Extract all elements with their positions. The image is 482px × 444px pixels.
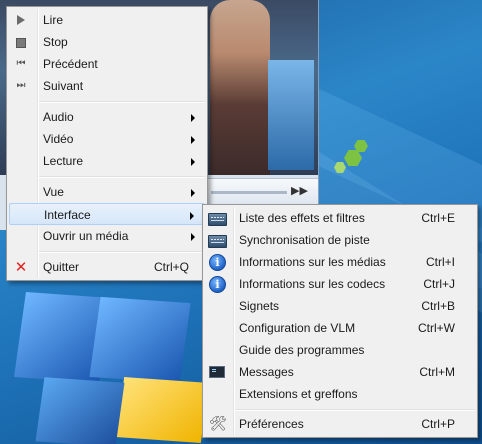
submenu-item-messages[interactable]: Messages Ctrl+M xyxy=(205,361,475,383)
menu-item-stop[interactable]: Stop xyxy=(9,31,205,53)
menu-item-label: Guide des programmes xyxy=(239,343,365,357)
sync-icon xyxy=(208,235,227,248)
menu-item-label: Interface xyxy=(44,208,91,222)
menu-item-label: Préférences xyxy=(239,417,304,431)
windows-logo-pane xyxy=(35,377,125,444)
previous-icon: ⏮ xyxy=(16,58,26,69)
menu-separator xyxy=(235,409,475,411)
windows-logo-pane xyxy=(115,377,210,443)
submenu-item-extensions[interactable]: Extensions et greffons xyxy=(205,383,475,405)
menu-item-label: Configuration de VLM xyxy=(239,321,356,335)
menu-item-label: Quitter xyxy=(43,260,80,274)
menu-item-label: Messages xyxy=(239,365,294,379)
video-person xyxy=(210,0,270,175)
menu-item-label: Vue xyxy=(43,185,64,199)
menu-item-view[interactable]: Vue xyxy=(9,181,205,203)
menu-item-video[interactable]: Vidéo xyxy=(9,128,205,150)
menu-item-label: Liste des effets et filtres xyxy=(239,211,365,225)
menu-item-shortcut: Ctrl+J xyxy=(423,277,455,291)
menu-item-open-media[interactable]: Ouvrir un média xyxy=(9,225,205,247)
menu-item-label: Lecture xyxy=(43,154,84,168)
menu-item-label: Vidéo xyxy=(43,132,74,146)
submenu-item-codec-info[interactable]: i Informations sur les codecs Ctrl+J xyxy=(205,273,475,295)
submenu-item-sync[interactable]: Synchronisation de piste xyxy=(205,229,475,251)
menu-separator xyxy=(39,101,205,103)
menu-item-play[interactable]: Lire xyxy=(9,9,205,31)
submenu-arrow-icon xyxy=(191,233,195,241)
stop-icon xyxy=(16,38,26,48)
menu-item-label: Synchronisation de piste xyxy=(239,233,370,247)
menu-item-quit[interactable]: ✕ Quitter Ctrl+Q xyxy=(9,256,205,278)
menu-item-label: Extensions et greffons xyxy=(239,387,358,401)
effects-icon xyxy=(208,213,227,226)
menu-separator xyxy=(39,176,205,178)
menu-item-audio[interactable]: Audio xyxy=(9,106,205,128)
submenu-arrow-icon xyxy=(190,212,194,220)
fast-forward-icon[interactable]: ▶▶ xyxy=(291,184,308,197)
menu-item-label: Audio xyxy=(43,110,74,124)
windows-logo-pane xyxy=(89,296,191,384)
menu-item-shortcut: Ctrl+W xyxy=(418,321,455,335)
menu-separator xyxy=(39,251,205,253)
menu-item-label: Informations sur les médias xyxy=(239,255,386,269)
menu-item-shortcut: Ctrl+I xyxy=(425,255,455,269)
menu-item-shortcut: Ctrl+Q xyxy=(153,260,189,274)
submenu-item-media-info[interactable]: i Informations sur les médias Ctrl+I xyxy=(205,251,475,273)
play-icon xyxy=(17,15,25,25)
menu-item-label: Ouvrir un média xyxy=(43,229,129,243)
submenu-item-bookmarks[interactable]: Signets Ctrl+B xyxy=(205,295,475,317)
quit-icon: ✕ xyxy=(14,258,28,276)
seek-bar[interactable] xyxy=(211,191,287,194)
submenu-arrow-icon xyxy=(191,158,195,166)
menu-item-label: Signets xyxy=(239,299,280,313)
console-icon xyxy=(209,366,225,378)
menu-item-label: Informations sur les codecs xyxy=(239,277,386,291)
menu-item-shortcut: Ctrl+P xyxy=(421,417,455,431)
tools-icon: 🛠 xyxy=(209,416,227,432)
menu-item-next[interactable]: ⏭ Suivant xyxy=(9,75,205,97)
submenu-item-preferences[interactable]: 🛠 Préférences Ctrl+P xyxy=(205,413,475,435)
video-controls: ▶▶ xyxy=(205,178,318,205)
menu-item-label: Précédent xyxy=(43,57,98,71)
menu-item-shortcut: Ctrl+B xyxy=(421,299,455,313)
menu-item-label: Lire xyxy=(43,13,64,27)
next-icon: ⏭ xyxy=(16,80,26,91)
context-menu: Lire Stop ⏮ Précédent ⏭ Suivant Audio Vi… xyxy=(6,6,208,281)
menu-item-label: Suivant xyxy=(43,79,84,93)
submenu-arrow-icon xyxy=(191,136,195,144)
submenu-item-effects[interactable]: Liste des effets et filtres Ctrl+E xyxy=(205,207,475,229)
menu-item-interface[interactable]: Interface xyxy=(9,203,205,225)
menu-item-label: Stop xyxy=(43,35,68,49)
menu-item-shortcut: Ctrl+E xyxy=(421,211,455,225)
menu-item-shortcut: Ctrl+M xyxy=(419,365,455,379)
menu-item-playback[interactable]: Lecture xyxy=(9,150,205,172)
submenu-arrow-icon xyxy=(191,114,195,122)
submenu-item-program-guide[interactable]: Guide des programmes xyxy=(205,339,475,361)
info-icon: i xyxy=(209,254,226,271)
video-background-screen xyxy=(268,60,314,170)
menu-item-previous[interactable]: ⏮ Précédent xyxy=(9,53,205,75)
submenu-item-vlm-config[interactable]: Configuration de VLM Ctrl+W xyxy=(205,317,475,339)
info-icon: i xyxy=(209,276,226,293)
interface-submenu: Liste des effets et filtres Ctrl+E Synch… xyxy=(202,204,478,438)
submenu-arrow-icon xyxy=(191,189,195,197)
